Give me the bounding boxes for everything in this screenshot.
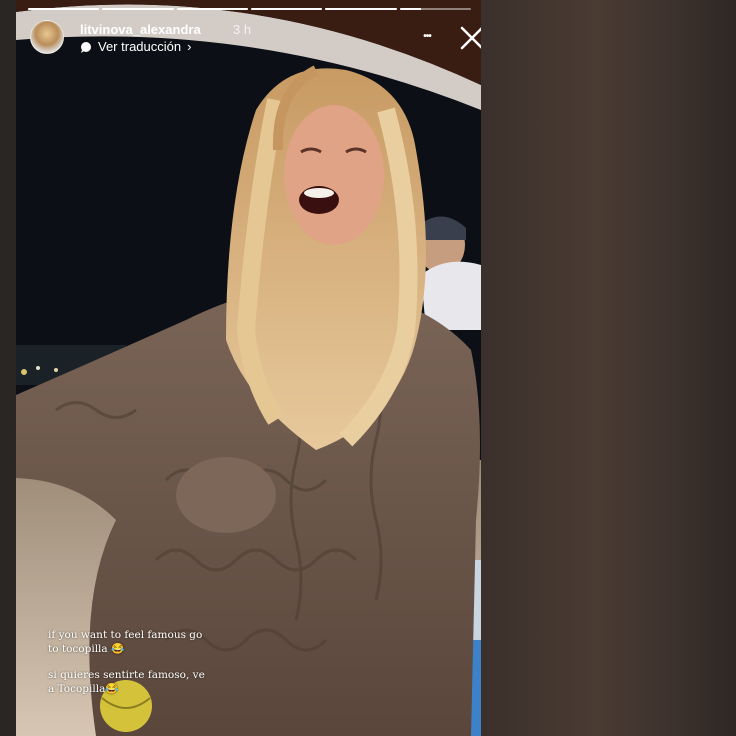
caption-english: if you want to feel famous go to tocopil… (48, 629, 203, 655)
progress-segment-fill (250, 8, 323, 10)
avatar[interactable] (30, 20, 64, 54)
progress-segment (399, 8, 471, 10)
blurred-background-panel (481, 0, 736, 736)
close-icon[interactable] (458, 24, 481, 52)
caption-spanish: si quieres sentirte famoso, ve a Tocopil… (48, 669, 205, 695)
story-header: litvinova_alexandra 3 h Ver traducción ›… (30, 20, 481, 60)
username[interactable]: litvinova_alexandra (80, 22, 201, 37)
progress-segment (250, 8, 323, 10)
story-viewer[interactable]: litvinova_alexandra 3 h Ver traducción ›… (16, 0, 481, 736)
progress-segment (102, 8, 174, 10)
story-timestamp: 3 h (233, 22, 252, 37)
progress-segment-fill (399, 8, 422, 10)
speech-bubble-icon (81, 41, 91, 53)
see-translation-button[interactable]: Ver traducción › (80, 39, 191, 54)
story-progress-bar (28, 8, 471, 10)
progress-segment (325, 8, 397, 10)
left-border (0, 0, 16, 736)
translation-label: Ver traducción (98, 39, 182, 54)
progress-segment-fill (176, 8, 248, 10)
progress-segment-fill (325, 8, 397, 10)
progress-segment-fill (102, 8, 174, 10)
progress-segment (176, 8, 248, 10)
more-icon: ••• (423, 31, 431, 42)
progress-segment (28, 8, 100, 10)
progress-segment-fill (28, 8, 100, 10)
more-options-button[interactable]: ••• (416, 26, 438, 46)
story-photo (16, 0, 481, 736)
chevron-right-icon: › (187, 39, 192, 54)
